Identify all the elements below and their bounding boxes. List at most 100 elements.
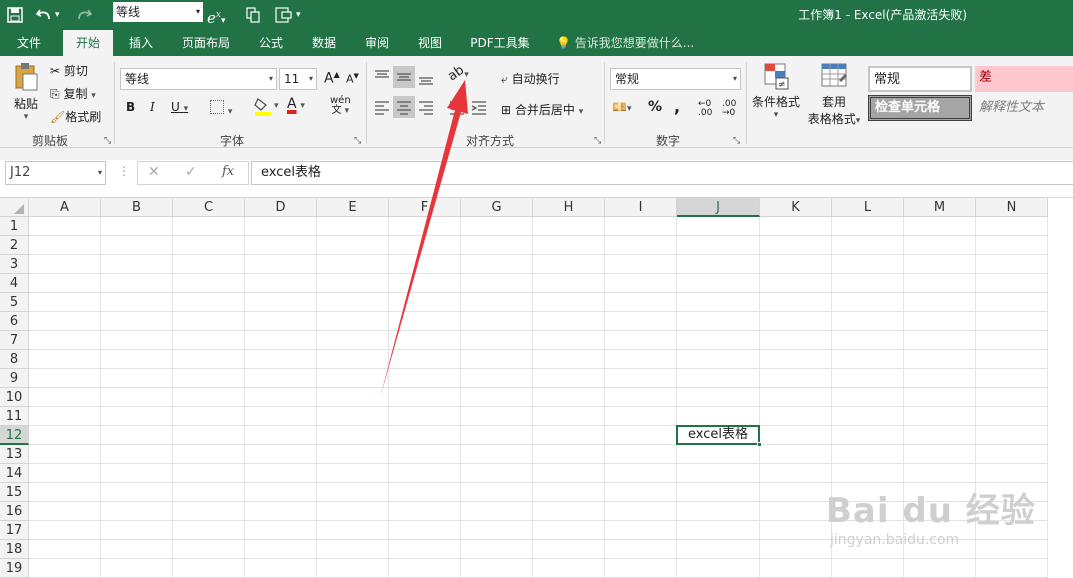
row-header-12[interactable]: 12 [0, 426, 29, 445]
row-header-1[interactable]: 1 [0, 217, 29, 236]
cell-d6[interactable] [245, 312, 317, 331]
cell-d5[interactable] [245, 293, 317, 312]
cell-c17[interactable] [173, 521, 245, 540]
paste-button[interactable]: 粘贴 ▾ [8, 62, 44, 122]
cell-k6[interactable] [760, 312, 832, 331]
cell-d12[interactable] [245, 426, 317, 445]
cell-g3[interactable] [461, 255, 533, 274]
cell-b15[interactable] [101, 483, 173, 502]
cell-a16[interactable] [29, 502, 101, 521]
cell-b7[interactable] [101, 331, 173, 350]
cell-k16[interactable] [760, 502, 832, 521]
column-header-f[interactable]: F [389, 198, 461, 217]
cell-l3[interactable] [832, 255, 904, 274]
cell-f11[interactable] [389, 407, 461, 426]
cell-d11[interactable] [245, 407, 317, 426]
cell-f6[interactable] [389, 312, 461, 331]
cell-m8[interactable] [904, 350, 976, 369]
cell-m10[interactable] [904, 388, 976, 407]
column-header-c[interactable]: C [173, 198, 245, 217]
row-header-18[interactable]: 18 [0, 540, 29, 559]
select-all-corner[interactable] [0, 198, 29, 217]
cell-m4[interactable] [904, 274, 976, 293]
font-name-select[interactable]: 等线 ▾ [120, 68, 277, 90]
cell-l13[interactable] [832, 445, 904, 464]
fill-color-button[interactable]: ▾ [254, 96, 279, 119]
cell-i3[interactable] [605, 255, 677, 274]
cell-c4[interactable] [173, 274, 245, 293]
cell-k11[interactable] [760, 407, 832, 426]
cell-c2[interactable] [173, 236, 245, 255]
cell-j10[interactable] [677, 388, 760, 407]
cell-e12[interactable] [317, 426, 389, 445]
column-header-l[interactable]: L [832, 198, 904, 217]
column-header-m[interactable]: M [904, 198, 976, 217]
cell-h13[interactable] [533, 445, 605, 464]
cell-l2[interactable] [832, 236, 904, 255]
column-header-n[interactable]: N [976, 198, 1048, 217]
cell-e4[interactable] [317, 274, 389, 293]
column-header-e[interactable]: E [317, 198, 389, 217]
cell-j8[interactable] [677, 350, 760, 369]
shrink-font-button[interactable]: A▼ [346, 72, 359, 86]
cell-g15[interactable] [461, 483, 533, 502]
cell-b19[interactable] [101, 559, 173, 578]
cell-g6[interactable] [461, 312, 533, 331]
accounting-format-button[interactable]: 💴▾ [612, 100, 631, 114]
cell-a4[interactable] [29, 274, 101, 293]
cell-i11[interactable] [605, 407, 677, 426]
row-header-7[interactable]: 7 [0, 331, 29, 350]
style-explanatory[interactable]: 解释性文本 [975, 95, 1073, 121]
cell-a17[interactable] [29, 521, 101, 540]
cell-h14[interactable] [533, 464, 605, 483]
cell-j1[interactable] [677, 217, 760, 236]
cell-c11[interactable] [173, 407, 245, 426]
cell-k3[interactable] [760, 255, 832, 274]
underline-button[interactable]: U ▾ [171, 100, 188, 114]
cell-j19[interactable] [677, 559, 760, 578]
cell-e1[interactable] [317, 217, 389, 236]
cell-g13[interactable] [461, 445, 533, 464]
cell-i6[interactable] [605, 312, 677, 331]
row-header-14[interactable]: 14 [0, 464, 29, 483]
column-header-a[interactable]: A [29, 198, 101, 217]
cell-m7[interactable] [904, 331, 976, 350]
cancel-icon[interactable]: ✕ [148, 164, 160, 180]
cell-n4[interactable] [976, 274, 1048, 293]
cell-f14[interactable] [389, 464, 461, 483]
cell-e16[interactable] [317, 502, 389, 521]
cell-g1[interactable] [461, 217, 533, 236]
cell-l6[interactable] [832, 312, 904, 331]
cell-c16[interactable] [173, 502, 245, 521]
row-header-11[interactable]: 11 [0, 407, 29, 426]
cell-d18[interactable] [245, 540, 317, 559]
cell-l19[interactable] [832, 559, 904, 578]
font-color-button[interactable]: A ▾ [287, 96, 305, 112]
row-header-3[interactable]: 3 [0, 255, 29, 274]
cell-h17[interactable] [533, 521, 605, 540]
cell-i13[interactable] [605, 445, 677, 464]
align-left-button[interactable] [373, 98, 391, 119]
decrease-decimal-button[interactable]: .00 →0 [722, 100, 736, 118]
cell-a12[interactable] [29, 426, 101, 445]
cell-f3[interactable] [389, 255, 461, 274]
row-header-4[interactable]: 4 [0, 274, 29, 293]
formula-input[interactable]: excel表格 [251, 161, 1073, 185]
cell-b13[interactable] [101, 445, 173, 464]
cell-f17[interactable] [389, 521, 461, 540]
tab-page-layout[interactable]: 页面布局 [175, 30, 237, 56]
cell-n6[interactable] [976, 312, 1048, 331]
fill-handle[interactable] [757, 442, 762, 447]
cell-c7[interactable] [173, 331, 245, 350]
cell-j2[interactable] [677, 236, 760, 255]
cell-g2[interactable] [461, 236, 533, 255]
cell-m3[interactable] [904, 255, 976, 274]
cell-e5[interactable] [317, 293, 389, 312]
cell-m13[interactable] [904, 445, 976, 464]
cell-n14[interactable] [976, 464, 1048, 483]
cell-g9[interactable] [461, 369, 533, 388]
font-size-select[interactable]: 11 ▾ [279, 68, 317, 90]
row-header-5[interactable]: 5 [0, 293, 29, 312]
cell-c3[interactable] [173, 255, 245, 274]
cell-c12[interactable] [173, 426, 245, 445]
